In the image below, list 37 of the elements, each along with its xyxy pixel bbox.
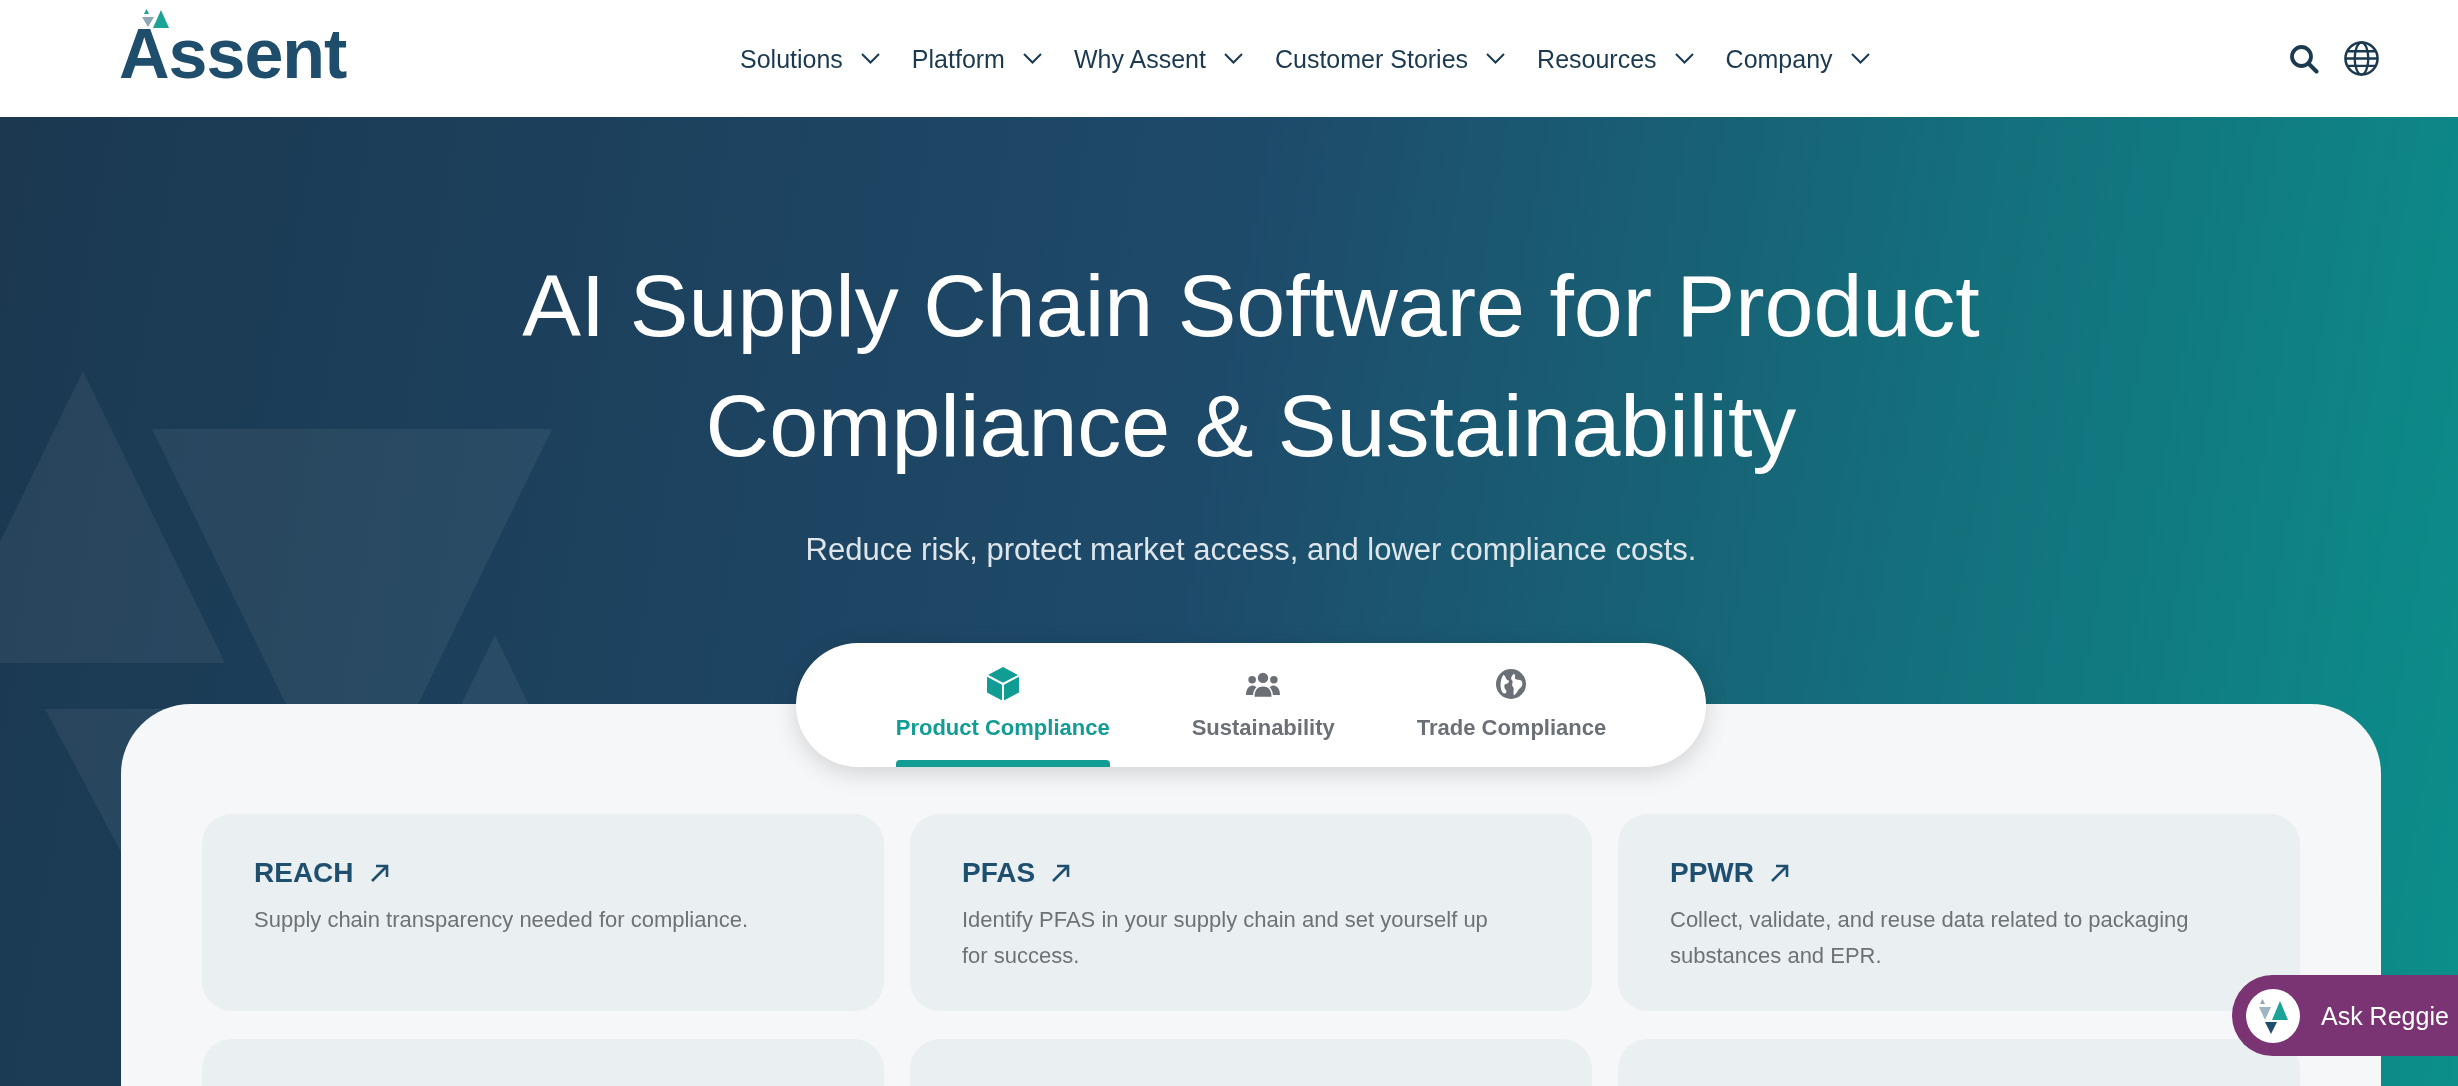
arrow-up-right-icon [369, 863, 390, 883]
chevron-down-icon [1674, 53, 1694, 64]
chevron-down-icon [860, 53, 880, 64]
tab[interactable]: Sustainability [1173, 643, 1353, 767]
earth-globe-icon [1496, 669, 1527, 699]
globe-icon[interactable] [2344, 41, 2379, 76]
card-title: REACH [254, 856, 354, 890]
cube-icon [985, 666, 1020, 702]
nav-menu-item[interactable]: Customer Stories [1274, 43, 1506, 74]
card-title: PFAS [962, 856, 1036, 890]
nav-menu-item[interactable]: Platform [911, 43, 1042, 74]
solution-card[interactable]: PFAS Identify PFAS in your supply chain and set yourself up for success. [910, 814, 1592, 1011]
nav-menu-item[interactable]: Solutions [740, 43, 880, 74]
solution-card[interactable]: PPWR Collect, validate, and reuse data related to packaging substances and EPR. [1618, 814, 2300, 1011]
chat-assistant-button[interactable]: Ask Reggie [2232, 975, 2458, 1056]
hero-subtitle: Reduce risk, protect market access, and lower compliance costs. [805, 531, 1697, 569]
people-group-icon [1246, 671, 1281, 697]
nav-menu-item[interactable]: Why Assent [1073, 43, 1243, 74]
search-icon[interactable] [2289, 43, 2319, 74]
nav-menu-item[interactable]: Resources [1537, 43, 1694, 74]
chevron-down-icon [1022, 53, 1042, 64]
chevron-down-icon [1223, 53, 1243, 64]
chevron-down-icon [1850, 53, 1870, 64]
card-description: Supply chain transparency needed for compliance. [254, 906, 750, 934]
triangles-logo-icon [2246, 988, 2300, 1043]
triangles-logo-icon [142, 9, 169, 28]
card-description: Identify PFAS in your supply chain and set yourself up for success. [962, 906, 1489, 970]
nav-menu-item[interactable]: Company [1725, 43, 1870, 74]
card-description: Collect, validate, and reuse data related to packaging substances and EPR. [1670, 906, 2190, 970]
tab[interactable]: Trade Compliance [1398, 643, 1625, 767]
solution-card[interactable]: REACH Supply chain transparency needed for compliance. [202, 814, 884, 1011]
arrow-up-right-icon [1051, 863, 1072, 883]
card-title: PPWR [1670, 856, 1754, 890]
hero-title: AI Supply Chain Software for Product Compliance & Sustainability [521, 255, 1981, 477]
chevron-down-icon [1486, 53, 1506, 64]
logo-link[interactable]: Assent [119, 9, 357, 81]
arrow-up-right-icon [1770, 863, 1790, 883]
